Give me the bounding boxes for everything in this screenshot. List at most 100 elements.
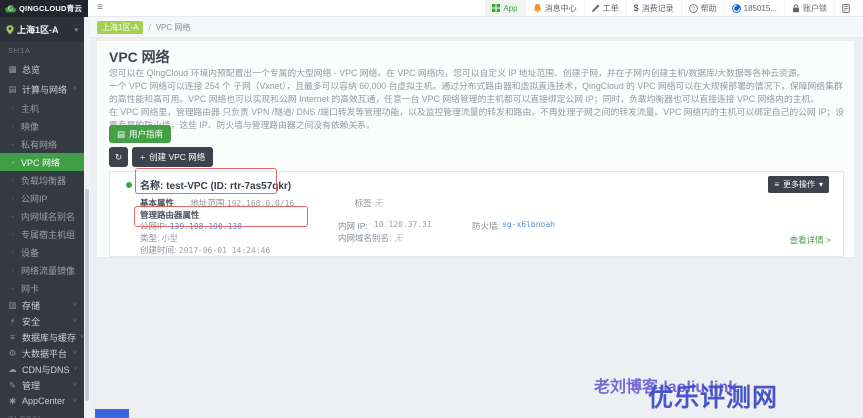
storage-icon: ▥ xyxy=(7,300,18,311)
sidebar-item-label: 数据库与缓存 xyxy=(22,331,76,344)
sidebar-item-dns-aliases[interactable]: ·内网域名别名 xyxy=(0,207,84,225)
sidebar-item-dedicated-host-groups[interactable]: · 专属宿主机组 xyxy=(0,225,84,243)
sidebar-item-management[interactable]: ✎管理˅ xyxy=(0,377,84,393)
header-nav-tickets[interactable]: 工单 xyxy=(584,0,626,16)
sidebar-item-label: 专属宿主机组 xyxy=(21,228,75,241)
header-nav-account-lock[interactable]: 账户锁 xyxy=(784,0,834,16)
region-selector[interactable]: 上海1区-A ▾ xyxy=(0,17,84,42)
chevron-down-icon: ˅ xyxy=(74,366,78,373)
sidebar-item-security[interactable]: ⚡安全˅ xyxy=(0,313,84,329)
refresh-button[interactable]: ↻ xyxy=(109,147,128,167)
status-dot-icon xyxy=(126,182,132,188)
book-icon: ▤ xyxy=(117,129,125,140)
header-nav-help[interactable]: ?帮助 xyxy=(681,0,724,16)
user-guide-label: 用户指南 xyxy=(129,128,163,140)
sidebar-item-cdn-dns[interactable]: ☁CDN与DNS˅ xyxy=(0,361,84,377)
sidebar-item-label: 主机 xyxy=(21,102,39,115)
bullet-icon: · xyxy=(9,211,17,221)
sidebar-item-vpc-networks[interactable]: ·VPC 网络 xyxy=(0,153,84,171)
logo-bar[interactable]: QINGCLOUD青云 xyxy=(0,0,88,17)
sidebar-item-vxnets[interactable]: ·私有网络 xyxy=(0,135,84,153)
qingcloud-ball-icon xyxy=(732,4,741,13)
sidebar-item-load-balancers[interactable]: ·负载均衡器 xyxy=(0,171,84,189)
sidebar-item-label: 网络流量镜像 xyxy=(21,264,75,277)
vpc-card: 名称: test-VPC (ID: rtr-7as57qkr) ≡ 更多操作 ▾… xyxy=(109,171,844,257)
type-value: 小型 xyxy=(162,234,178,243)
compute-icon: ▤ xyxy=(7,84,18,95)
sidebar-item-instances[interactable]: ·主机 xyxy=(0,99,84,117)
sidebar-item-label: 存储 xyxy=(22,299,40,312)
more-actions-button[interactable]: ≡ 更多操作 ▾ xyxy=(768,176,829,193)
region-code: SH1A xyxy=(0,42,84,59)
page-title: VPC 网络 xyxy=(109,47,170,67)
hamburger-icon[interactable]: ≡ xyxy=(94,3,106,13)
private-ip-label: 内网 IP: xyxy=(338,220,368,232)
sidebar-item-overview[interactable]: ▦ 总览 xyxy=(0,59,84,79)
breadcrumb-region-badge[interactable]: 上海1区-A xyxy=(97,21,143,34)
pen-icon xyxy=(592,4,600,12)
cidr-label: 地址范围 xyxy=(190,198,224,208)
ip-row: 公网IP: 139.198.190.138 内网 IP: 10.120.37.3… xyxy=(140,220,242,232)
more-actions-label: 更多操作 xyxy=(783,179,815,190)
eip-link[interactable]: 139.198.190.138 xyxy=(170,222,242,231)
sidebar-scrollbar-thumb[interactable] xyxy=(85,189,89,401)
sidebar-item-label: 映像 xyxy=(21,120,39,133)
app-grid-icon xyxy=(492,4,500,12)
header-nav-profile[interactable] xyxy=(834,0,857,16)
sidebar-item-eips[interactable]: ·公网IP xyxy=(0,189,84,207)
refresh-icon: ↻ xyxy=(115,152,122,163)
sidebar-item-nics[interactable]: ·网卡 xyxy=(0,279,84,297)
firewall-link[interactable]: sg-x6lbnoah xyxy=(502,220,555,229)
header-nav-messages[interactable]: 消息中心 xyxy=(525,0,584,16)
header-nav-account-phone[interactable]: 185015... xyxy=(724,0,784,16)
security-icon: ⚡ xyxy=(7,316,18,327)
bottom-widget[interactable] xyxy=(95,409,129,418)
sidebar-item-database-cache[interactable]: ≡数据库与缓存˅ xyxy=(0,329,84,345)
help-icon: ? xyxy=(689,4,698,13)
bullet-icon: · xyxy=(9,265,17,275)
bullet-icon: · xyxy=(9,157,17,167)
dns-alias-label: 内网域名别名: xyxy=(338,232,391,244)
view-detail-link[interactable]: 查看详情 > xyxy=(790,234,831,246)
basic-attrs-row: 基本属性 地址范围 192.168.0.0/16 标签 无 xyxy=(140,197,383,209)
chevron-down-icon: ˅ xyxy=(73,318,77,325)
firewall-label: 防火墙: xyxy=(472,220,500,232)
basic-section-label: 基本属性 xyxy=(140,198,174,208)
header-nav-label: 帮助 xyxy=(701,3,717,14)
sidebar-item-label: 总览 xyxy=(22,63,40,76)
list-icon: ≡ xyxy=(774,180,779,189)
sidebar-item-label: AppCenter xyxy=(22,396,65,406)
header-nav-app[interactable]: App xyxy=(485,0,524,16)
bullet-icon: · xyxy=(9,139,17,149)
header-nav-label: 账户锁 xyxy=(803,3,827,14)
header-nav-billing[interactable]: $消费记录 xyxy=(626,0,681,16)
vpc-name[interactable]: 名称: test-VPC (ID: rtr-7as57qkr) xyxy=(140,177,291,192)
bullet-icon: · xyxy=(9,229,17,239)
sidebar-item-compute-network[interactable]: ▤计算与网络˄ xyxy=(0,79,84,99)
sidebar-item-label: 网卡 xyxy=(21,282,39,295)
user-guide-button[interactable]: ▤ 用户指南 xyxy=(109,125,171,143)
sidebar-item-storage[interactable]: ▥存储˅ xyxy=(0,297,84,313)
map-pin-icon xyxy=(6,25,14,35)
sidebar: 上海1区-A ▾ SH1A ▦总览▤计算与网络˄·主机·映像·私有网络·VPC … xyxy=(0,17,84,418)
sidebar-item-images[interactable]: ·映像 xyxy=(0,117,84,135)
header-nav-label: 消费记录 xyxy=(642,3,674,14)
router-section-label: 管理路由器属性 xyxy=(140,210,200,220)
sidebar-item-appcenter[interactable]: ✱AppCenter˅ xyxy=(0,393,84,409)
bell-icon xyxy=(533,4,542,13)
sidebar-scrollbar-track[interactable] xyxy=(84,17,90,418)
sidebar-item-label: 大数据平台 xyxy=(22,347,67,360)
brand-text: QINGCLOUD青云 xyxy=(19,3,82,14)
dashboard-icon: ▦ xyxy=(7,64,18,75)
lock-icon xyxy=(792,4,800,13)
sidebar-item-traffic-mirrors[interactable]: · 网络流量镜像 xyxy=(0,261,84,279)
header-nav: App消息中心工单$消费记录?帮助185015...账户锁 xyxy=(485,0,857,16)
sidebar-item-label: 计算与网络 xyxy=(22,83,67,96)
main-panel: VPC 网络 您可以在 QingCloud 环境内预配置出一个专属的大型网络 -… xyxy=(96,40,855,258)
chevron-down-icon: ˅ xyxy=(73,350,77,357)
sidebar-item-bigdata[interactable]: ⚙大数据平台˅ xyxy=(0,345,84,361)
sidebar-item-devices[interactable]: ·设备 xyxy=(0,243,84,261)
create-vpc-button[interactable]: + 创建 VPC 网络 xyxy=(132,147,213,167)
description-paragraph: 您可以在 QingCloud 环境内预配置出一个专属的大型网络 - VPC 网络… xyxy=(109,67,846,80)
private-ip-value: 10.120.37.31 xyxy=(374,220,432,229)
